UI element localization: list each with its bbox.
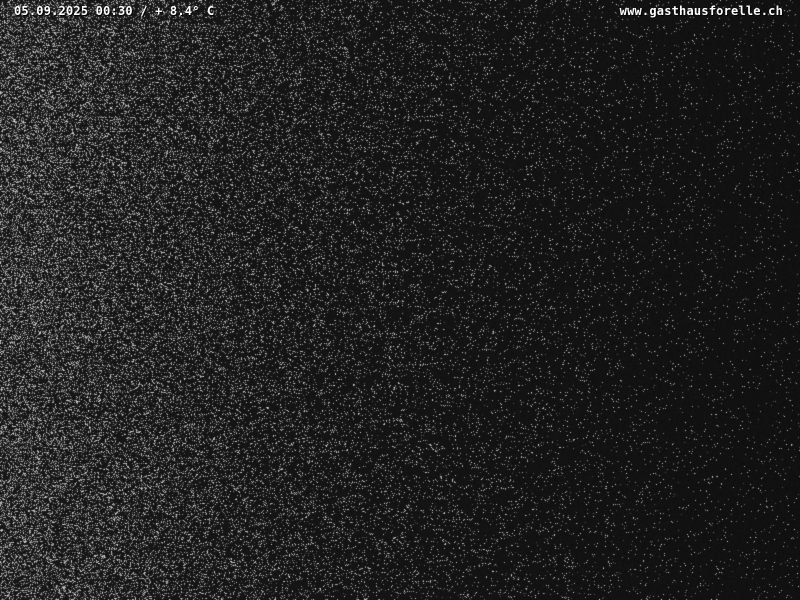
site-url-overlay: www.gasthausforelle.ch: [619, 4, 783, 18]
timestamp-temperature-overlay: 05.09.2025 00:30 / + 8.4° C: [14, 4, 215, 18]
webcam-frame: 05.09.2025 00:30 / + 8.4° C www.gasthaus…: [0, 0, 800, 600]
night-sensor-noise-image: [0, 0, 800, 600]
